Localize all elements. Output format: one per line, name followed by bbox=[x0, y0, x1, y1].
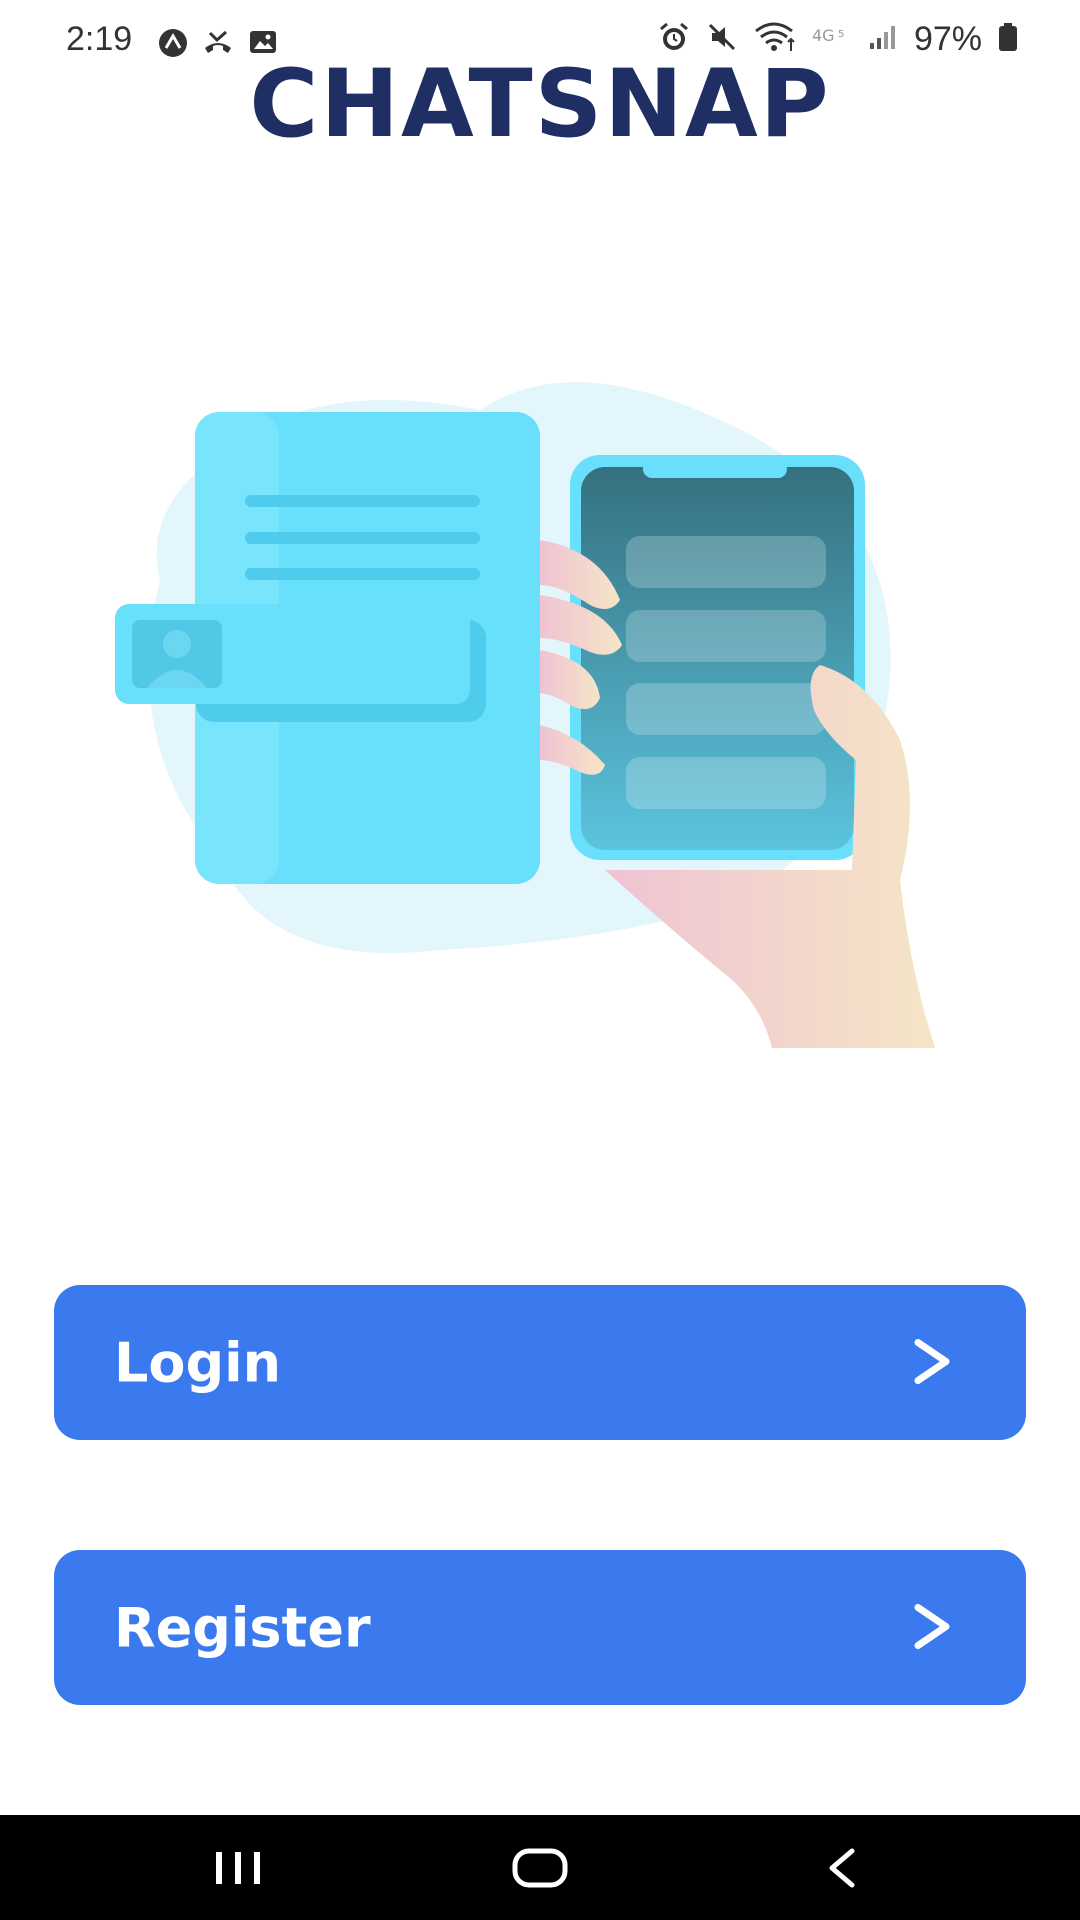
back-icon bbox=[829, 1848, 855, 1887]
svg-text:4G: 4G bbox=[812, 26, 835, 45]
signal-icon bbox=[868, 23, 898, 56]
login-button[interactable]: Login bbox=[54, 1285, 1026, 1440]
login-label: Login bbox=[114, 1331, 282, 1394]
phone-chat-illustration bbox=[115, 382, 935, 1048]
svg-text:5: 5 bbox=[838, 29, 844, 40]
app-title: CHATSNAP bbox=[249, 50, 831, 159]
register-button[interactable]: Register bbox=[54, 1550, 1026, 1705]
register-label: Register bbox=[114, 1596, 371, 1659]
battery-percent: 97% bbox=[913, 20, 982, 58]
chevron-right-icon bbox=[912, 1603, 952, 1652]
hero-illustration bbox=[100, 380, 980, 1050]
battery-icon bbox=[998, 22, 1018, 57]
navigation-bar bbox=[0, 1815, 1080, 1920]
recents-icon bbox=[216, 1851, 260, 1884]
status-time: 2:19 bbox=[66, 20, 133, 58]
home-icon bbox=[512, 1848, 568, 1887]
home-button[interactable] bbox=[470, 1815, 610, 1920]
recents-button[interactable] bbox=[168, 1815, 308, 1920]
back-button[interactable] bbox=[772, 1815, 912, 1920]
chevron-right-icon bbox=[912, 1338, 952, 1387]
